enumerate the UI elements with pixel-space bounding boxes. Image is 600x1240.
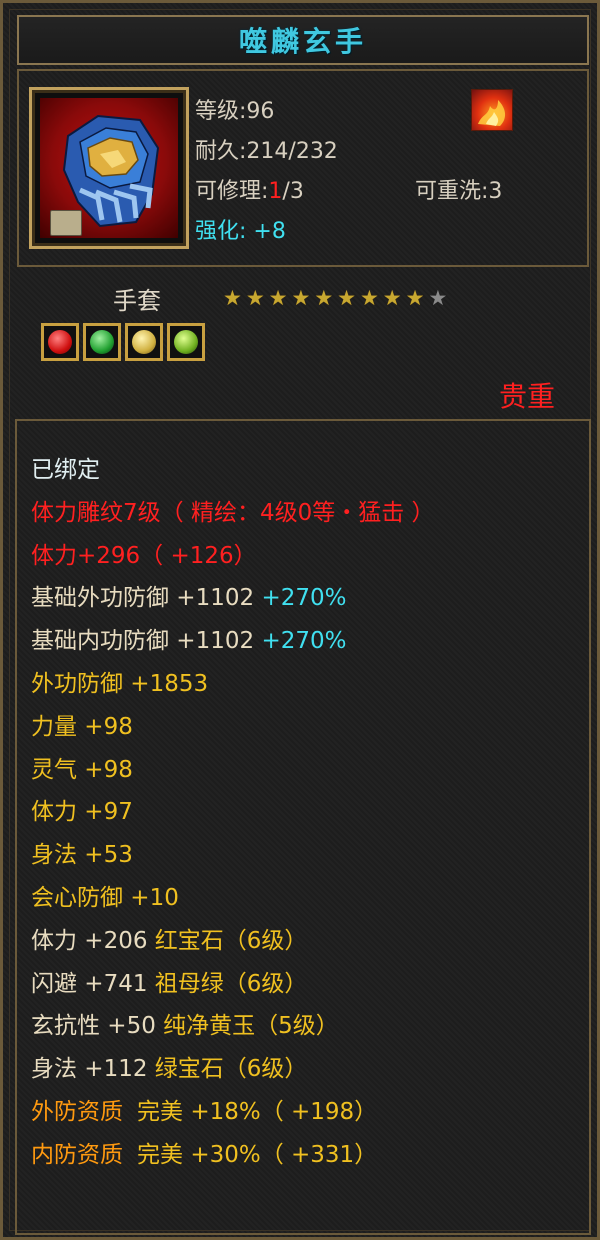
quality2-line: 内防资质 完美 +30%（ +331） <box>31 1134 435 1177</box>
stamina-line: 体力 +97 <box>31 799 133 826</box>
quality1-line: 外防资质 完美 +18%（ +198） <box>31 1091 435 1134</box>
gem-socket-1[interactable] <box>41 323 79 361</box>
item-header-panel: 等级:96 耐久:214/232 可修理:1/3 可重洗:3 强化: +8 <box>17 69 589 267</box>
gem1-name: 红宝石（6级） <box>154 927 308 954</box>
star-icon: ★ <box>291 286 311 310</box>
item-rewash: 可重洗:3 <box>415 179 503 204</box>
repair-max: /3 <box>282 179 304 204</box>
repair-label: 可修理: <box>195 179 269 204</box>
green-gem-icon <box>90 330 114 354</box>
item-repair: 可修理:1/3 <box>195 173 304 205</box>
item-tooltip: 噬麟玄手 等级:96 耐久:214/232 可修理:1/3 可重洗:3 强化: … <box>0 0 600 1240</box>
spirit-line: 灵气 +98 <box>31 756 133 783</box>
enhance-label: 强化: <box>195 219 247 244</box>
quality2-grade: 完美 <box>137 1141 183 1168</box>
star-icon: ★ <box>359 286 379 310</box>
gem-socket-2[interactable] <box>83 323 121 361</box>
gem4-line: 身法 +112 绿宝石（6级） <box>31 1048 435 1091</box>
gem2-line: 闪避 +741 祖母绿（6级） <box>31 963 435 1006</box>
engraving-line: 体力雕纹7级（ 精绘：4级0等・猛击 ） <box>31 499 435 526</box>
item-enhance: 强化: +8 <box>195 213 286 245</box>
star-icon: ★ <box>405 286 425 310</box>
star-icon: ★ <box>382 286 402 310</box>
item-icon-frame[interactable] <box>29 87 189 249</box>
quality2-value: +30%（ +331） <box>190 1141 378 1168</box>
bind-lock-icon <box>50 210 82 236</box>
star-icon: ★ <box>223 286 242 310</box>
base-int-def-line: 基础内功防御 +1102 +270% <box>31 620 435 663</box>
yellow-gem-icon <box>132 330 156 354</box>
item-type: 手套 <box>113 287 161 315</box>
strength-line: 力量 +98 <box>31 713 133 740</box>
item-rarity: 贵重 <box>498 380 555 413</box>
base-ext-def-pct: +270% <box>261 585 347 612</box>
gauntlet-icon <box>40 98 178 238</box>
star-icon: ★ <box>268 286 288 310</box>
gem2-stat: 闪避 +741 <box>31 970 148 997</box>
quality2-label: 内防资质 <box>31 1141 123 1168</box>
gem-socket-3[interactable] <box>125 323 163 361</box>
gem3-stat: 玄抗性 +50 <box>31 1013 156 1040</box>
quality1-grade: 完美 <box>137 1098 183 1125</box>
enhance-value: +8 <box>253 219 286 244</box>
gem-socket-4[interactable] <box>167 323 205 361</box>
item-durability: 耐久:214/232 <box>195 139 338 164</box>
emerald-gem-icon <box>174 330 198 354</box>
star-icon: ★ <box>314 286 334 310</box>
repair-current: 1 <box>268 179 283 204</box>
gem4-stat: 身法 +112 <box>31 1056 148 1083</box>
base-ext-def: 基础外功防御 +1102 <box>31 585 255 612</box>
quality1-value: +18%（ +198） <box>190 1098 378 1125</box>
ext-def-line: 外功防御 +1853 <box>31 670 209 697</box>
star-icon: ★ <box>337 286 356 310</box>
gem2-name: 祖母绿（6级） <box>154 970 308 997</box>
gem1-line: 体力 +206 红宝石（6级） <box>31 920 435 963</box>
crit-def-line: 会心防御 +10 <box>31 884 179 911</box>
item-level: 等级:96 <box>195 99 275 124</box>
bound-status: 已绑定 <box>31 457 100 483</box>
stamina-base-line: 体力+296（ +126） <box>31 542 257 569</box>
gem3-name: 纯净黄玉（5级） <box>163 1013 339 1040</box>
red-gem-icon <box>48 330 72 354</box>
agility-line: 身法 +53 <box>31 842 133 869</box>
star-icon: ★ <box>245 286 265 310</box>
quality1-label: 外防资质 <box>31 1098 123 1125</box>
base-ext-def-line: 基础外功防御 +1102 +270% <box>31 577 435 620</box>
base-int-def: 基础内功防御 +1102 <box>31 628 255 655</box>
star-icon: ★ <box>428 286 448 310</box>
gem4-name: 绿宝石（6级） <box>154 1056 308 1083</box>
title-bar: 噬麟玄手 <box>17 15 589 65</box>
gem-sockets <box>41 323 205 361</box>
item-name: 噬麟玄手 <box>238 25 367 58</box>
gem3-line: 玄抗性 +50 纯净黄玉（5级） <box>31 1005 435 1048</box>
base-int-def-pct: +270% <box>261 628 347 655</box>
flame-icon[interactable] <box>471 89 513 131</box>
attribute-panel: 已绑定 体力雕纹7级（ 精绘：4级0等・猛击 ） 体力+296（ +126） 基… <box>15 419 591 1235</box>
star-rating: ★ ★ ★ ★ ★ ★ ★ ★ ★ ★ <box>223 286 447 310</box>
gem1-stat: 体力 +206 <box>31 927 148 954</box>
